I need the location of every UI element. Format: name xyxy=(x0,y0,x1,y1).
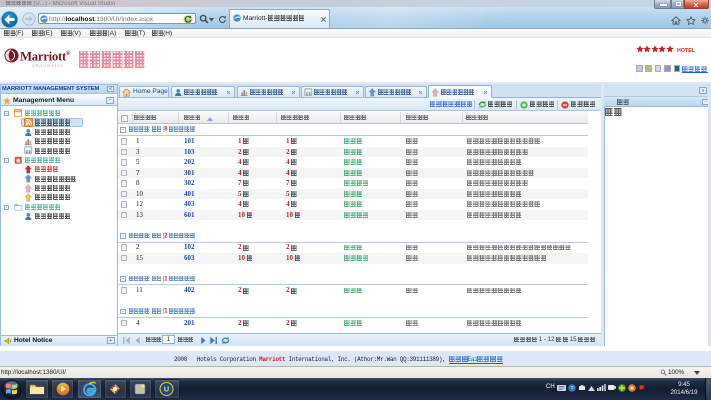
svg-text:?: ? xyxy=(570,386,573,392)
svg-text:U: U xyxy=(164,385,169,394)
